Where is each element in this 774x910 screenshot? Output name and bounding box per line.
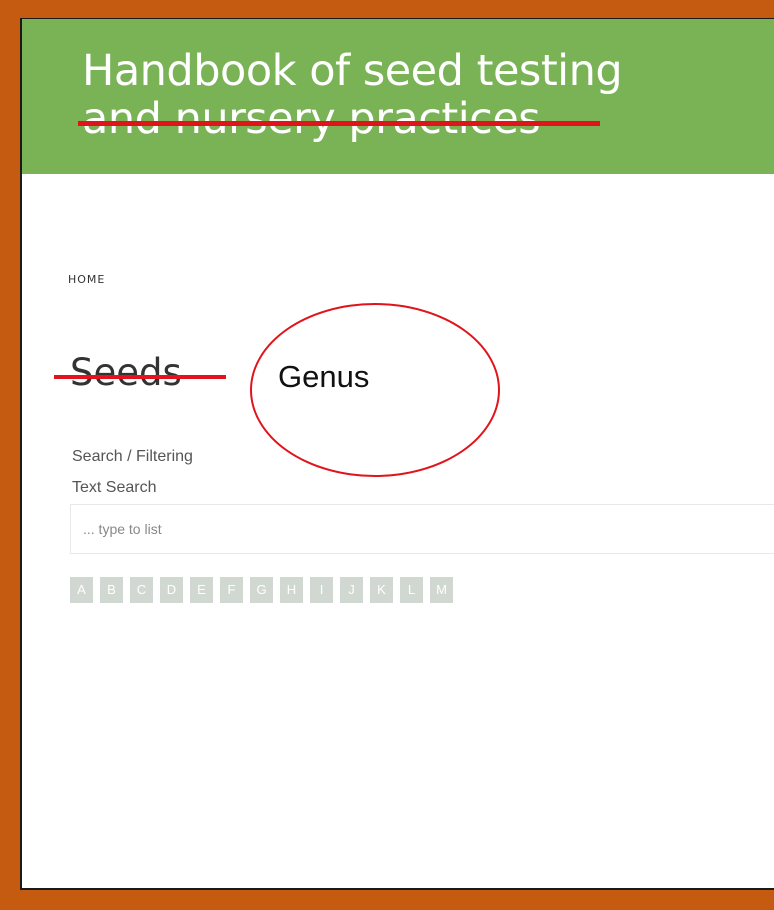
annotation-replacement-text: Genus <box>278 359 370 394</box>
letter-filter-l[interactable]: L <box>400 577 423 603</box>
heading-strikethrough-mark <box>54 375 226 379</box>
letter-filter-g[interactable]: G <box>250 577 273 603</box>
site-title-line-1: Handbook of seed testing <box>82 46 623 96</box>
web-page: Handbook of seed testing and nursery pra… <box>20 18 774 890</box>
letter-filter-a[interactable]: A <box>70 577 93 603</box>
letter-filter-j[interactable]: J <box>340 577 363 603</box>
letter-filter-e[interactable]: E <box>190 577 213 603</box>
site-header: Handbook of seed testing and nursery pra… <box>22 19 774 174</box>
search-filtering-label: Search / Filtering <box>72 448 193 465</box>
letter-filter-h[interactable]: H <box>280 577 303 603</box>
alphabet-filter-bar: ABCDEFGHIJKLM <box>70 577 460 603</box>
breadcrumb-home-link[interactable]: HOME <box>68 273 105 286</box>
letter-filter-d[interactable]: D <box>160 577 183 603</box>
letter-filter-f[interactable]: F <box>220 577 243 603</box>
screenshot-frame: Handbook of seed testing and nursery pra… <box>0 0 774 910</box>
site-title-line-2: and nursery practices <box>82 94 541 144</box>
page-title: Seeds <box>70 351 182 394</box>
title-strikethrough-mark <box>78 121 600 126</box>
letter-filter-b[interactable]: B <box>100 577 123 603</box>
text-search-label: Text Search <box>72 479 157 496</box>
text-search-input[interactable] <box>70 504 774 554</box>
site-title: Handbook of seed testing and nursery pra… <box>82 46 623 144</box>
letter-filter-i[interactable]: I <box>310 577 333 603</box>
letter-filter-k[interactable]: K <box>370 577 393 603</box>
letter-filter-m[interactable]: M <box>430 577 453 603</box>
letter-filter-c[interactable]: C <box>130 577 153 603</box>
